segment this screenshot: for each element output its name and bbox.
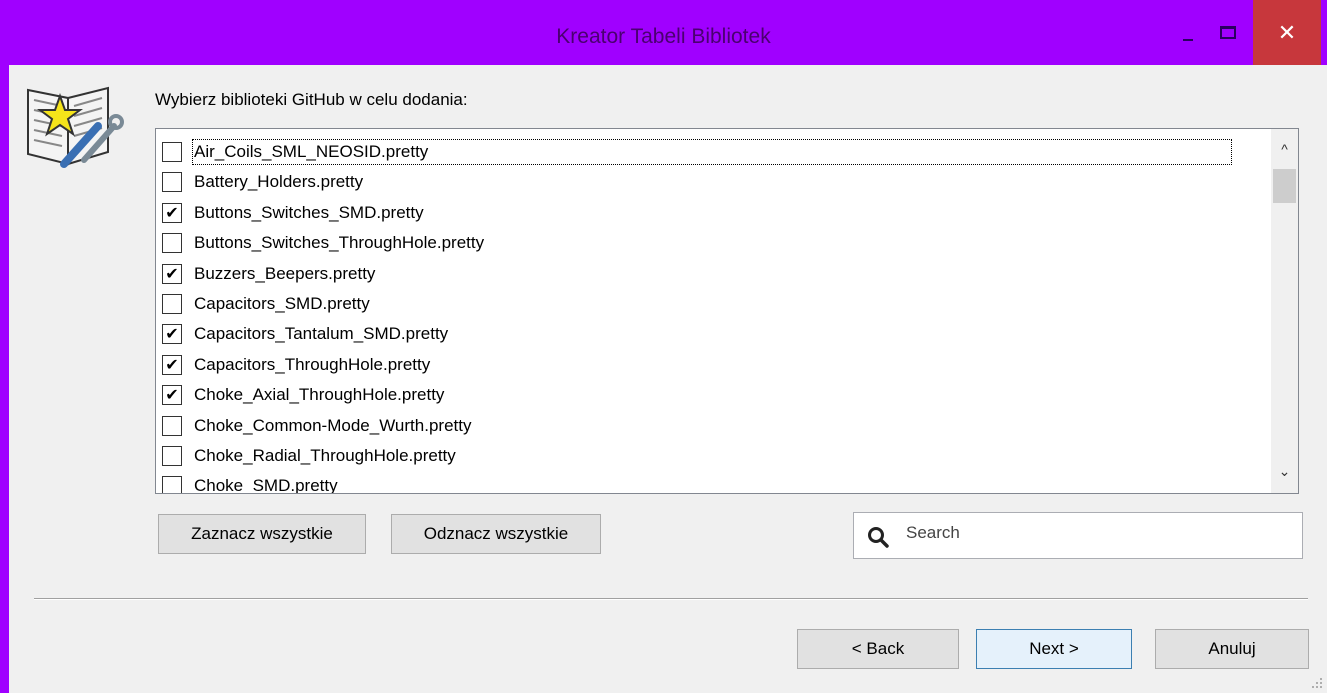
- library-checkbox[interactable]: [162, 142, 182, 162]
- checkmark-icon: ✔: [165, 204, 179, 222]
- library-name: Air_Coils_SML_NEOSID.pretty: [192, 139, 1232, 165]
- library-name: Buttons_Switches_ThroughHole.pretty: [194, 233, 485, 253]
- cancel-button[interactable]: Anuluj: [1155, 629, 1309, 669]
- maximize-icon: [1220, 26, 1236, 39]
- separator: [34, 598, 1308, 600]
- maximize-button[interactable]: [1208, 0, 1248, 65]
- library-checkbox[interactable]: ✔: [162, 385, 182, 406]
- window-title: Kreator Tabeli Bibliotek: [556, 25, 771, 48]
- library-list-item[interactable]: ✔ Buttons_Switches_SMD.pretty: [162, 198, 1252, 228]
- close-icon: ✕: [1277, 20, 1297, 45]
- library-name: Buttons_Switches_SMD.pretty: [194, 202, 424, 222]
- library-list-item[interactable]: ✔ Choke_Axial_ThroughHole.pretty: [162, 380, 1252, 410]
- library-checkbox[interactable]: ✔: [162, 263, 182, 284]
- resize-grip-icon[interactable]: [1311, 677, 1323, 689]
- deselect-all-button[interactable]: Odznacz wszystkie: [391, 514, 601, 554]
- library-checklist[interactable]: Air_Coils_SML_NEOSID.pretty Battery_Holde…: [155, 128, 1299, 494]
- window-frame: [0, 0, 9, 693]
- library-name: Battery_Holders.pretty: [194, 172, 364, 192]
- scroll-up-icon[interactable]: ^: [1271, 141, 1298, 161]
- library-checkbox[interactable]: ✔: [162, 324, 182, 345]
- checkmark-icon: ✔: [165, 265, 179, 283]
- library-checkbox[interactable]: ✔: [162, 354, 182, 375]
- library-wizard-icon: [27, 86, 124, 168]
- library-checkbox[interactable]: [162, 233, 182, 254]
- library-name: Buzzers_Beepers.pretty: [194, 263, 376, 283]
- search-icon: [868, 527, 889, 548]
- title-bar[interactable]: Kreator Tabeli Bibliotek ✕: [0, 0, 1327, 65]
- checkmark-icon: ✔: [165, 387, 179, 405]
- instruction-text: Wybierz biblioteki GitHub w celu dodania…: [155, 90, 468, 109]
- next-button[interactable]: Next >: [976, 629, 1132, 669]
- library-list-item[interactable]: Air_Coils_SML_NEOSID.pretty: [162, 137, 1252, 167]
- library-list-item[interactable]: ✔ Buzzers_Beepers.pretty: [162, 259, 1252, 289]
- library-checkbox[interactable]: [162, 446, 182, 466]
- library-list-item[interactable]: Battery_Holders.pretty: [162, 167, 1252, 197]
- select-all-button[interactable]: Zaznacz wszystkie: [158, 514, 366, 554]
- library-list-item[interactable]: Capacitors_SMD.pretty: [162, 289, 1252, 319]
- library-list-item[interactable]: ✔ Capacitors_ThroughHole.pretty: [162, 350, 1252, 380]
- scroll-thumb[interactable]: [1273, 169, 1296, 203]
- back-button[interactable]: < Back: [797, 629, 959, 669]
- library-list-item[interactable]: Buttons_Switches_ThroughHole.pretty: [162, 228, 1252, 258]
- scroll-down-icon[interactable]: ⌄: [1271, 463, 1298, 483]
- library-checkbox[interactable]: [162, 294, 182, 314]
- library-checkbox[interactable]: [162, 415, 182, 436]
- library-name: Choke_SMD.pretty: [194, 476, 338, 494]
- library-list-item[interactable]: Choke_Common-Mode_Wurth.pretty: [162, 411, 1252, 441]
- minimize-icon: [1183, 39, 1193, 41]
- library-checkbox[interactable]: [162, 476, 182, 493]
- search-box[interactable]: Search: [853, 512, 1303, 559]
- minimize-button[interactable]: [1168, 0, 1208, 65]
- vertical-scrollbar[interactable]: ^ ⌄: [1271, 129, 1298, 493]
- library-name: Choke_Common-Mode_Wurth.pretty: [194, 415, 472, 435]
- library-name: Choke_Axial_ThroughHole.pretty: [194, 385, 445, 405]
- library-checkbox[interactable]: ✔: [162, 202, 182, 223]
- library-name: Capacitors_ThroughHole.pretty: [194, 354, 431, 374]
- library-list-item[interactable]: Choke_Radial_ThroughHole.pretty: [162, 441, 1252, 471]
- library-name: Choke_Radial_ThroughHole.pretty: [194, 446, 456, 465]
- library-checkbox[interactable]: [162, 172, 182, 193]
- checkmark-icon: ✔: [165, 356, 179, 374]
- library-name: Capacitors_SMD.pretty: [194, 294, 370, 313]
- library-list-item[interactable]: ✔ Capacitors_Tantalum_SMD.pretty: [162, 319, 1252, 349]
- library-list-item[interactable]: Choke_SMD.pretty: [162, 471, 1252, 494]
- close-button[interactable]: ✕: [1253, 0, 1321, 65]
- search-input[interactable]: Search: [906, 523, 960, 543]
- library-name: Capacitors_Tantalum_SMD.pretty: [194, 324, 449, 344]
- checkmark-icon: ✔: [165, 326, 179, 344]
